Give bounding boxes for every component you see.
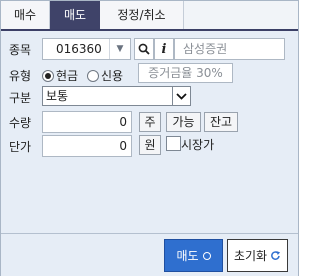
balance-button[interactable]: 잔고 (204, 112, 238, 132)
market-price-label: 시장가 (181, 138, 215, 152)
radio-cash[interactable]: 현금 (42, 67, 78, 84)
radio-credit-label: 신용 (101, 69, 124, 83)
radio-cash-label: 현금 (56, 69, 79, 83)
market-price-checkbox[interactable] (166, 136, 181, 151)
chevron-down-icon[interactable]: ▼ (109, 39, 130, 59)
quantity-input[interactable]: 0 (42, 111, 132, 133)
price-label: 단가 (9, 140, 32, 154)
category-selected-value: 보통 (46, 89, 69, 103)
tab-sell[interactable]: 매도 (50, 1, 100, 29)
stock-name-display: 삼성증권 (174, 38, 285, 60)
order-type-label: 유형 (9, 69, 32, 83)
reset-button[interactable]: 초기화 (227, 239, 288, 272)
search-icon[interactable] (134, 38, 154, 60)
refresh-icon (271, 251, 281, 260)
order-panel: 매수 매도 정정/취소 종목 016360 ▼ i 삼성증권 유형 현금 신용 … (0, 0, 299, 276)
radio-credit-indicator (87, 69, 99, 82)
circle-icon (202, 251, 211, 260)
chevron-down-icon (172, 87, 190, 105)
sell-submit-label: 매도 (176, 249, 199, 263)
info-icon[interactable]: i (154, 38, 174, 60)
price-unit-button[interactable]: 원 (139, 135, 161, 155)
radio-credit[interactable]: 신용 (87, 67, 123, 84)
tab-modify-cancel[interactable]: 정정/취소 (100, 1, 184, 29)
quantity-label: 수량 (9, 116, 32, 130)
available-quantity-button[interactable]: 가능 (166, 112, 201, 132)
tab-buy[interactable]: 매수 (1, 1, 50, 29)
margin-rate-display: 증거금율 30% (138, 63, 233, 83)
radio-cash-indicator (42, 69, 54, 82)
sell-submit-button[interactable]: 매도 (164, 239, 223, 272)
category-label: 구분 (9, 91, 32, 105)
quantity-unit-button[interactable]: 주 (139, 112, 161, 132)
stock-label: 종목 (9, 43, 32, 57)
reset-label: 초기화 (233, 249, 268, 263)
category-select[interactable]: 보통 (42, 86, 191, 106)
price-input[interactable]: 0 (42, 135, 132, 157)
tab-bar: 매수 매도 정정/취소 (1, 1, 298, 31)
stock-code-value: 016360 (56, 42, 102, 56)
